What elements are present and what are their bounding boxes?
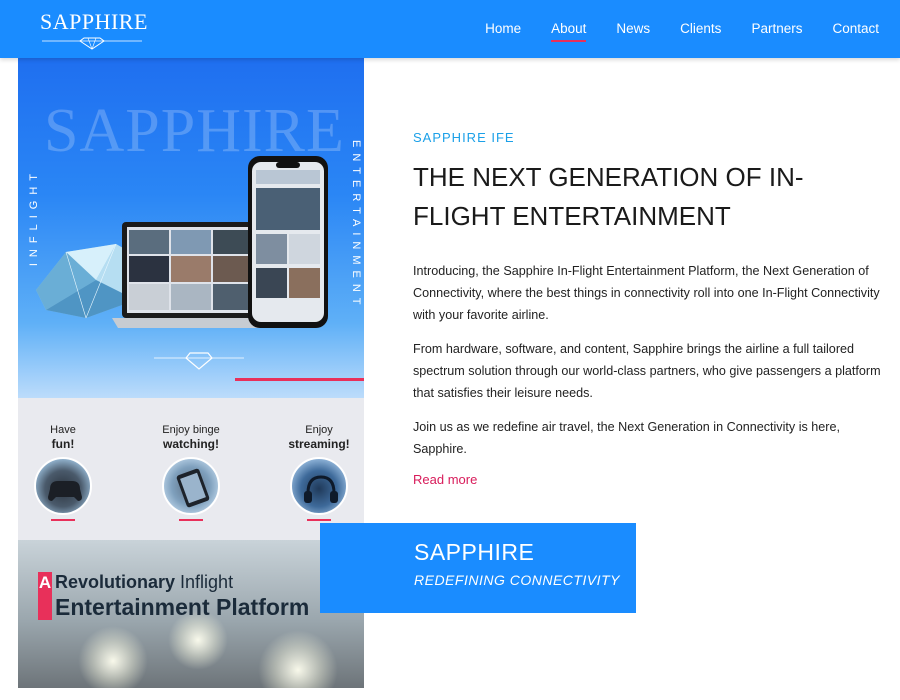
feature-label: Enjoy [305, 424, 333, 436]
banner-line1-rest: Inflight [175, 572, 234, 592]
features-strip: Have fun! Enjoy binge watching! Enjoy st… [18, 398, 364, 540]
feature-underline [179, 519, 203, 521]
feature-item: Enjoy streaming! [274, 424, 364, 521]
feature-underline [51, 519, 75, 521]
feature-label-bold: watching! [163, 437, 219, 451]
feature-item: Have fun! [18, 424, 108, 521]
hero-image: SAPPHIRE INFLIGHT ENTERTAINMENT [18, 58, 364, 398]
section-eyebrow: SAPPHIRE IFE [413, 130, 515, 145]
nav-about[interactable]: About [536, 0, 601, 58]
feature-label-bold: streaming! [288, 437, 350, 451]
nav-clients[interactable]: Clients [665, 0, 736, 58]
promo-visual: SAPPHIRE INFLIGHT ENTERTAINMENT Have fun… [18, 58, 364, 688]
paragraph: Join us as we redefine air travel, the N… [413, 420, 841, 456]
site-logo[interactable]: SAPPHIRE [40, 8, 148, 50]
tablet-icon [176, 468, 210, 508]
feature-item: Enjoy binge watching! [146, 424, 236, 521]
section-headline: THE NEXT GENERATION OF IN-FLIGHT ENTERTA… [413, 162, 804, 231]
phone-image [248, 156, 328, 328]
light-glow [258, 630, 338, 688]
nav-contact[interactable]: Contact [817, 0, 894, 58]
main-nav: Home About News Clients Partners Contact [470, 0, 894, 58]
banner-line1-bold: Revolutionary [55, 572, 176, 592]
light-glow [78, 626, 148, 688]
card-title: SAPPHIRE [414, 539, 535, 565]
paragraph: From hardware, software, and content, Sa… [413, 342, 881, 400]
paragraph: Introducing, the Sapphire In-Flight Ente… [413, 264, 880, 322]
gamepad-icon [48, 481, 82, 501]
banner-line1: Revolutionary Inflight [55, 572, 233, 593]
about-content: SAPPHIRE IFE THE NEXT GENERATION OF IN-F… [413, 130, 883, 489]
nav-partners[interactable]: Partners [736, 0, 817, 58]
site-header: SAPPHIRE Home About News Clients Partner… [0, 0, 900, 58]
diamond-icon [154, 352, 244, 370]
read-more-link[interactable]: Read more [413, 472, 477, 487]
hero-accent-line [235, 378, 364, 381]
feature-image-gaming [34, 457, 92, 515]
nav-news[interactable]: News [601, 0, 665, 58]
banner-tag: A [38, 572, 52, 620]
card-subtitle: REDEFINING CONNECTIVITY [414, 572, 620, 588]
banner-line2: Entertainment Platform [55, 594, 310, 620]
feature-label: Have [50, 424, 76, 436]
feature-underline [307, 519, 331, 521]
vertical-label-entertainment: ENTERTAINMENT [350, 140, 362, 311]
feature-image-streaming [290, 457, 348, 515]
nav-home[interactable]: Home [470, 0, 536, 58]
headphones-icon [304, 475, 338, 503]
feature-label-bold: fun! [51, 437, 75, 451]
diamond-icon [42, 37, 142, 50]
feature-label: Enjoy binge [162, 424, 220, 436]
banner-image: A Revolutionary Inflight Entertainment P… [18, 540, 364, 688]
feature-image-watching [162, 457, 220, 515]
logo-text: SAPPHIRE [40, 9, 148, 34]
tagline-card: SAPPHIRE REDEFINING CONNECTIVITY [320, 523, 636, 613]
